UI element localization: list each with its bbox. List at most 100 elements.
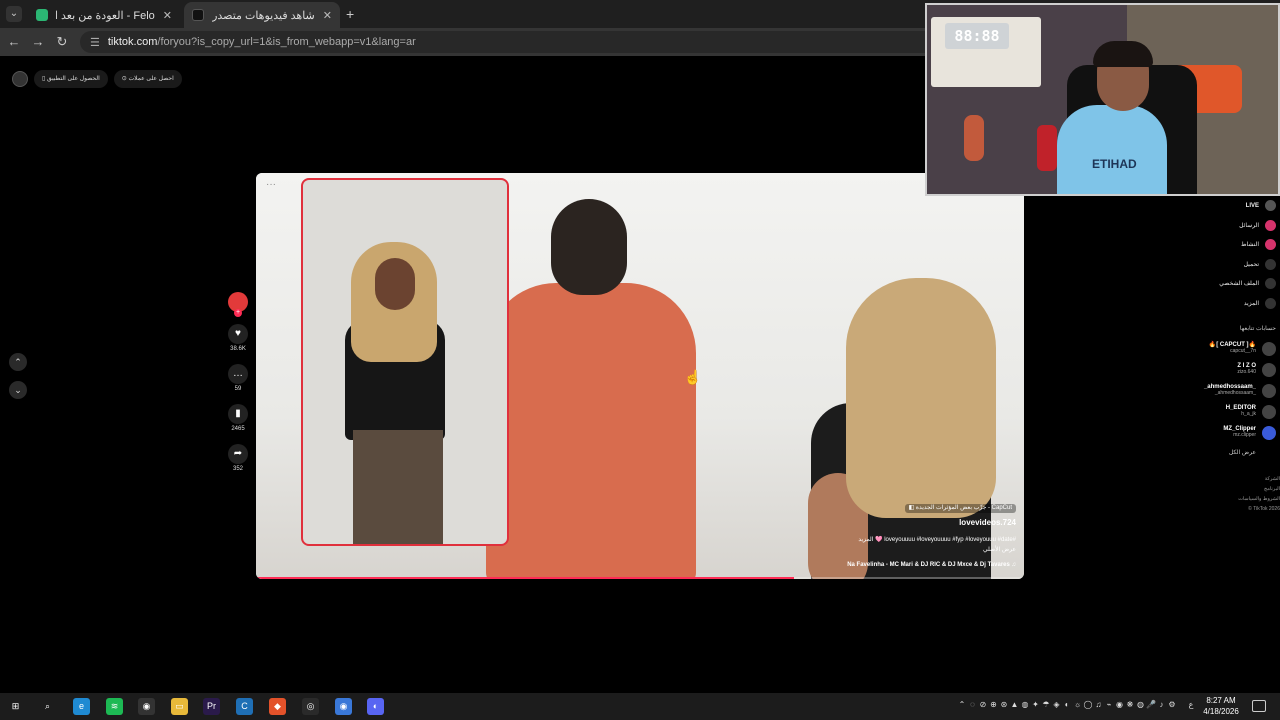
profile-icon (1265, 278, 1276, 290)
follow-plus-icon[interactable]: + (234, 309, 242, 317)
footer-link[interactable]: الشروط والسياسات (1236, 494, 1280, 504)
chrome-icon[interactable]: ◉ (335, 698, 352, 715)
obs-icon[interactable]: ◎ (302, 698, 319, 715)
tray-icon[interactable]: ◐ (1062, 700, 1072, 712)
tray-icon[interactable]: ◍ (1136, 700, 1146, 712)
bookmark-icon[interactable]: ▮ (228, 404, 248, 424)
following-account[interactable]: MZ_Clipper mz.clipper (1180, 422, 1276, 443)
tray-icon[interactable]: ♪ (1157, 700, 1167, 712)
search-icon[interactable]: ⌕ (39, 698, 56, 715)
tray-icon[interactable]: ◯ (1083, 700, 1093, 712)
progress-fill (256, 577, 794, 579)
sidebar-item-label: LIVE (1245, 202, 1259, 209)
comment-action[interactable]: … 59 (226, 364, 250, 392)
tray-icon[interactable]: ◈ (1052, 700, 1062, 712)
url-host: tiktok.com (107, 36, 158, 48)
spotify-icon[interactable]: ≋ (106, 698, 123, 715)
more-options-icon[interactable]: ··· (266, 179, 276, 190)
video-person-shirt (486, 283, 696, 579)
share-action[interactable]: ➦ 352 (226, 444, 250, 472)
tiktok-sidebar: LIVE الرسائل النشاط تحميل الملف الشخصي ا… (1180, 196, 1276, 456)
browser-tab-felo[interactable]: Felo - العودة من بعد الغياب ✕ (28, 2, 180, 28)
tray-icon[interactable]: ♫ (1094, 700, 1104, 712)
get-coins-button[interactable]: احصل على عملات ⊙ (113, 70, 182, 88)
brave-icon[interactable]: ◆ (269, 698, 286, 715)
sidebar-item-live[interactable]: LIVE (1180, 196, 1276, 216)
video-person-hair (846, 278, 996, 518)
tray-icon[interactable]: ◍ (1020, 700, 1030, 712)
tray-icon[interactable]: ✦ (1031, 700, 1041, 712)
previous-video-button[interactable]: ⌃ (9, 353, 27, 371)
following-account[interactable]: 🔥[ CAPCUT ]🔥 capcut__7n (1180, 338, 1276, 359)
creator-avatar[interactable]: + (228, 292, 248, 317)
tray-icon[interactable]: 🎤 (1146, 700, 1156, 712)
tray-icon[interactable]: ⊘ (978, 700, 988, 712)
sidebar-item-activity[interactable]: النشاط (1180, 235, 1276, 255)
tray-icon[interactable]: ⚙ (1167, 700, 1177, 712)
app-dark-icon[interactable]: ◉ (138, 698, 155, 715)
following-account[interactable]: Z I Z Ozizo.640 (1180, 359, 1276, 380)
close-tab-icon[interactable]: ✕ (163, 9, 172, 22)
back-arrow-icon[interactable]: ← (6, 34, 22, 50)
sidebar-item-label: الملف الشخصي (1219, 281, 1259, 288)
following-account[interactable]: H_EDITOR h_a_jk (1180, 401, 1276, 422)
capcut-icon[interactable]: C (236, 698, 253, 715)
address-bar[interactable]: ☰ tiktok.com/foryou?is_copy_url=1&is_fro… (80, 31, 960, 53)
reload-icon[interactable]: ↻ (54, 34, 70, 50)
tray-icon[interactable]: ◉ (1115, 700, 1125, 712)
sidebar-item-more[interactable]: المزيد (1180, 294, 1276, 314)
tray-icon[interactable]: ☂ (1041, 700, 1051, 712)
video-username[interactable]: lovevideos.724 (756, 517, 1016, 530)
premiere-pro-icon[interactable]: Pr (203, 698, 220, 715)
avatar (1262, 404, 1276, 419)
see-all-link[interactable]: عرض الكل (1180, 449, 1256, 456)
sidebar-item-profile[interactable]: الملف الشخصي (1180, 274, 1276, 294)
language-indicator[interactable]: ع (1186, 700, 1196, 712)
tray-icon[interactable]: ⌃ (957, 700, 967, 712)
footer-copyright: TikTok 2026 © (1248, 506, 1280, 512)
discord-icon[interactable]: ◐ (367, 698, 384, 715)
get-app-button[interactable]: الحصول على التطبيق ▯ (34, 70, 108, 88)
following-heading: حسابات تتابعها (1239, 326, 1276, 332)
notification-icon[interactable] (1252, 700, 1266, 712)
file-explorer-icon[interactable]: ▭ (171, 698, 188, 715)
tray-icon[interactable]: ⊛ (999, 700, 1009, 712)
system-clock[interactable]: 8:27 AM 4/18/2026 (1198, 696, 1244, 718)
comment-icon[interactable]: … (228, 364, 248, 384)
share-icon[interactable]: ➦ (228, 444, 248, 464)
webcam-person-shirt (1057, 105, 1167, 194)
tray-icon[interactable]: ◌ (968, 700, 978, 712)
following-account[interactable]: _ahmedhossaam_ _ahmedhossaam_ (1180, 380, 1276, 401)
tray-icon[interactable]: ⌁ (1104, 700, 1114, 712)
browser-tab-tiktok[interactable]: شاهد فيديوهات متصدرة | TikTok ✕ (184, 2, 340, 28)
bookmark-action[interactable]: ▮ 2465 (226, 404, 250, 432)
footer-link[interactable]: البرنامج (1236, 484, 1280, 494)
heart-icon[interactable]: ♥ (228, 324, 248, 344)
tiktok-logo-icon[interactable] (12, 71, 28, 87)
site-info-icon[interactable]: ☰ (90, 36, 100, 49)
tray-icon[interactable]: ☼ (1073, 700, 1083, 712)
new-tab-button[interactable]: + (346, 6, 354, 22)
effect-ad-link[interactable]: CapCut - جرِّب بعض المؤثرات الجديدة ◧ (904, 503, 1016, 514)
translate-link[interactable]: عرض الأصلي (756, 546, 1016, 556)
close-tab-icon[interactable]: ✕ (323, 9, 332, 22)
footer-link[interactable]: الشركة (1236, 474, 1280, 484)
music-label[interactable]: ♫ Na Favelinha - MC Mari & DJ RIC & DJ M… (756, 561, 1016, 571)
windows-start-icon[interactable]: ⊞ (7, 698, 24, 715)
tray-icon[interactable]: ▲ (1010, 700, 1020, 712)
tray-icon[interactable]: ❋ (1125, 700, 1135, 712)
sidebar-item-messages[interactable]: الرسائل (1180, 216, 1276, 236)
video-progress-bar[interactable] (256, 577, 1024, 579)
live-icon (1265, 200, 1276, 212)
next-video-button[interactable]: ⌄ (9, 381, 27, 399)
sidebar-item-upload[interactable]: تحميل (1180, 255, 1276, 275)
edge-icon[interactable]: e (73, 698, 90, 715)
hand-cursor-icon: ☝ (684, 369, 702, 385)
video-player[interactable]: ··· ☝ CapCut - جرِّب بعض المؤثرات الجديد… (256, 173, 1024, 579)
forward-arrow-icon[interactable]: → (30, 34, 46, 50)
sidebar-footer: الشركة البرنامج الشروط والسياسات TikTok … (1236, 474, 1280, 514)
tray-icon[interactable]: ⊕ (989, 700, 999, 712)
tab-search-button[interactable]: ⌄ (6, 6, 22, 22)
like-action[interactable]: ♥ 38.6K (226, 324, 250, 352)
account-handle: capcut__7n (1230, 348, 1256, 355)
